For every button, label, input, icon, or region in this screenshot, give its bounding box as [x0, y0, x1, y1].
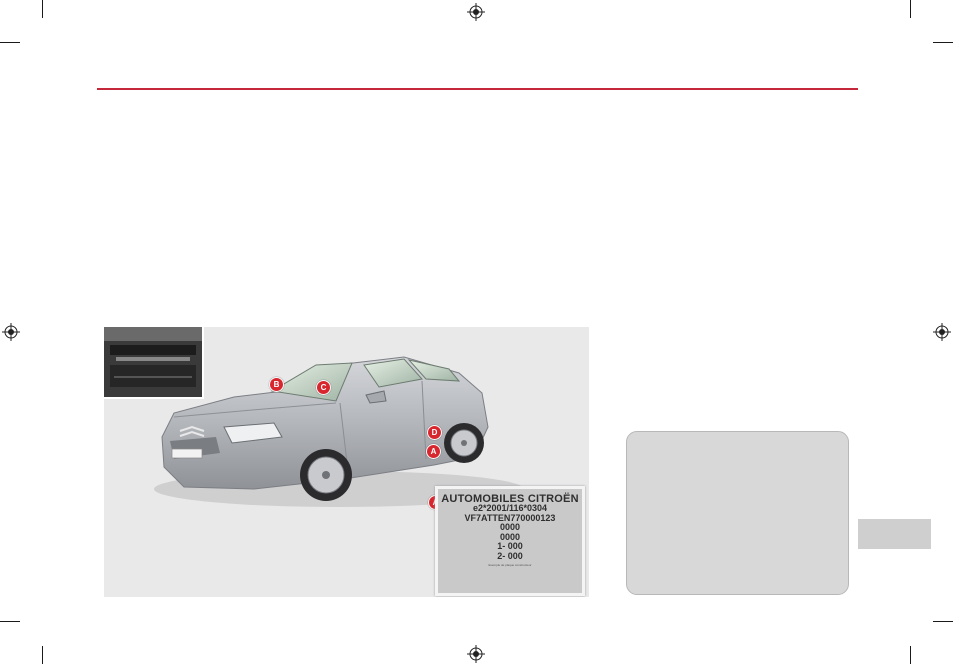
- note-box: [626, 431, 849, 595]
- plate-fine-print: Exemple de plaque constructeur: [488, 563, 532, 567]
- crop-mark: [910, 646, 911, 664]
- marker-d: D: [427, 425, 442, 440]
- marker-b: B: [269, 377, 284, 392]
- manufacturer-plate: AUTOMOBILES CITROËN e2*2001/116*0304 VF7…: [435, 486, 585, 596]
- crop-mark: [910, 0, 911, 18]
- crop-mark: [0, 42, 20, 43]
- registration-mark-icon: [933, 323, 951, 341]
- registration-mark-icon: [467, 3, 485, 21]
- plate-row: 2- 000: [497, 550, 523, 561]
- marker-a: A: [426, 444, 441, 459]
- registration-mark-icon: [467, 645, 485, 663]
- crop-mark: [933, 42, 953, 43]
- registration-mark-icon: [2, 323, 20, 341]
- marker-c: C: [316, 380, 331, 395]
- crop-mark: [42, 0, 43, 18]
- crop-mark: [933, 621, 953, 622]
- header-rule: [97, 88, 858, 90]
- vehicle-identification-figure: B C D A A AUTOMOBILES CITROËN e2*2001/11…: [104, 327, 589, 597]
- crop-mark: [42, 646, 43, 664]
- section-tab: [858, 519, 931, 549]
- crop-mark: [0, 621, 20, 622]
